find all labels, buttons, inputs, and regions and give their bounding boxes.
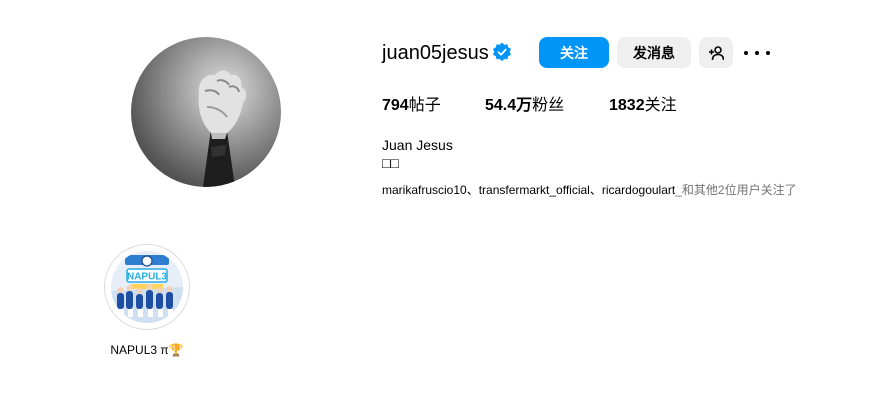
more-horizontal-icon-dot: [766, 51, 770, 55]
followed-by-names: marikafruscio10、transfermarkt_official、r…: [382, 183, 676, 197]
story-highlight-label: NAPUL3 π🏆: [110, 343, 184, 357]
verified-badge-icon: [493, 42, 511, 62]
following-link[interactable]: 1832关注: [609, 96, 677, 116]
message-button[interactable]: 发消息: [617, 37, 691, 68]
highlight-cover-text: NAPUL3: [127, 272, 167, 283]
more-options-button[interactable]: [744, 44, 770, 62]
profile-full-name: Juan Jesus: [382, 137, 453, 153]
profile-username: juan05jesus: [382, 42, 489, 64]
posts-label: 帖子: [408, 97, 441, 114]
following-value: 1832: [609, 97, 645, 114]
followers-value: 54.4万: [485, 97, 533, 114]
posts-value: 794: [382, 97, 409, 114]
story-highlight[interactable]: NAPUL3: [104, 244, 190, 330]
suggest-similar-button[interactable]: [699, 37, 733, 68]
followed-by-rest: _和其他2位用户关注了: [675, 183, 797, 197]
profile-avatar[interactable]: [131, 37, 281, 187]
raised-fist-image: [198, 70, 247, 187]
more-horizontal-icon-dot: [744, 51, 748, 55]
highlight-cover-image: NAPUL3: [111, 251, 183, 323]
posts-count: 794帖子: [382, 96, 441, 116]
person-plus-icon: [709, 45, 724, 60]
following-label: 关注: [644, 97, 677, 114]
followers-link[interactable]: 54.4万粉丝: [485, 96, 564, 116]
story-highlight-cover: NAPUL3: [111, 251, 183, 323]
followed-by-text[interactable]: marikafruscio10、transfermarkt_official、r…: [382, 182, 797, 198]
followers-label: 粉丝: [532, 97, 565, 114]
follow-button[interactable]: 关注: [539, 37, 609, 68]
profile-bio: □□: [382, 155, 399, 171]
more-horizontal-icon-dot: [755, 51, 759, 55]
